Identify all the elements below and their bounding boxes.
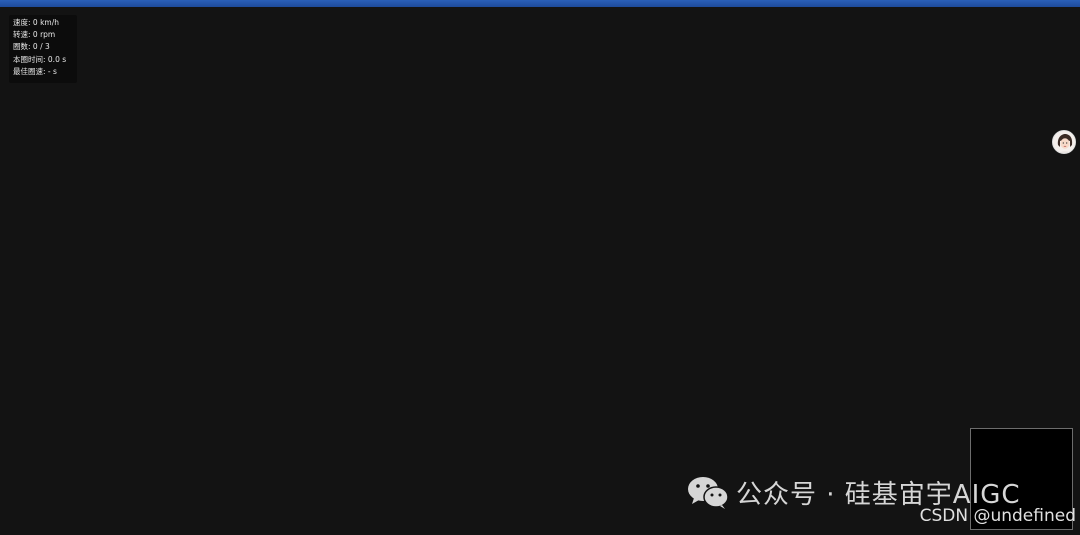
hud-panel: 速度: 0 km/h 转速: 0 rpm 圈数: 0 / 3 本圈时间: 0.0…	[9, 15, 77, 83]
avatar[interactable]	[1052, 130, 1076, 154]
wechat-icon	[688, 477, 729, 509]
hud-rpm: 转速: 0 rpm	[13, 30, 56, 40]
watermark-text: 公众号 · 硅基宙宇AIGC	[736, 479, 1021, 510]
hud-best-lap: 最佳圈速: - s	[13, 66, 57, 76]
watermark: 公众号 · 硅基宙宇AIGC	[686, 474, 1021, 510]
top-bar	[0, 0, 1080, 7]
avatar-icon	[1053, 131, 1075, 153]
hud-laps: 圈数: 0 / 3	[13, 42, 50, 52]
hud-speed: 速度: 0 km/h	[13, 18, 59, 27]
csdn-credit: CSDN @undefined	[919, 506, 1076, 526]
hud-lap-time: 本圈时间: 0.0 s	[13, 54, 67, 64]
